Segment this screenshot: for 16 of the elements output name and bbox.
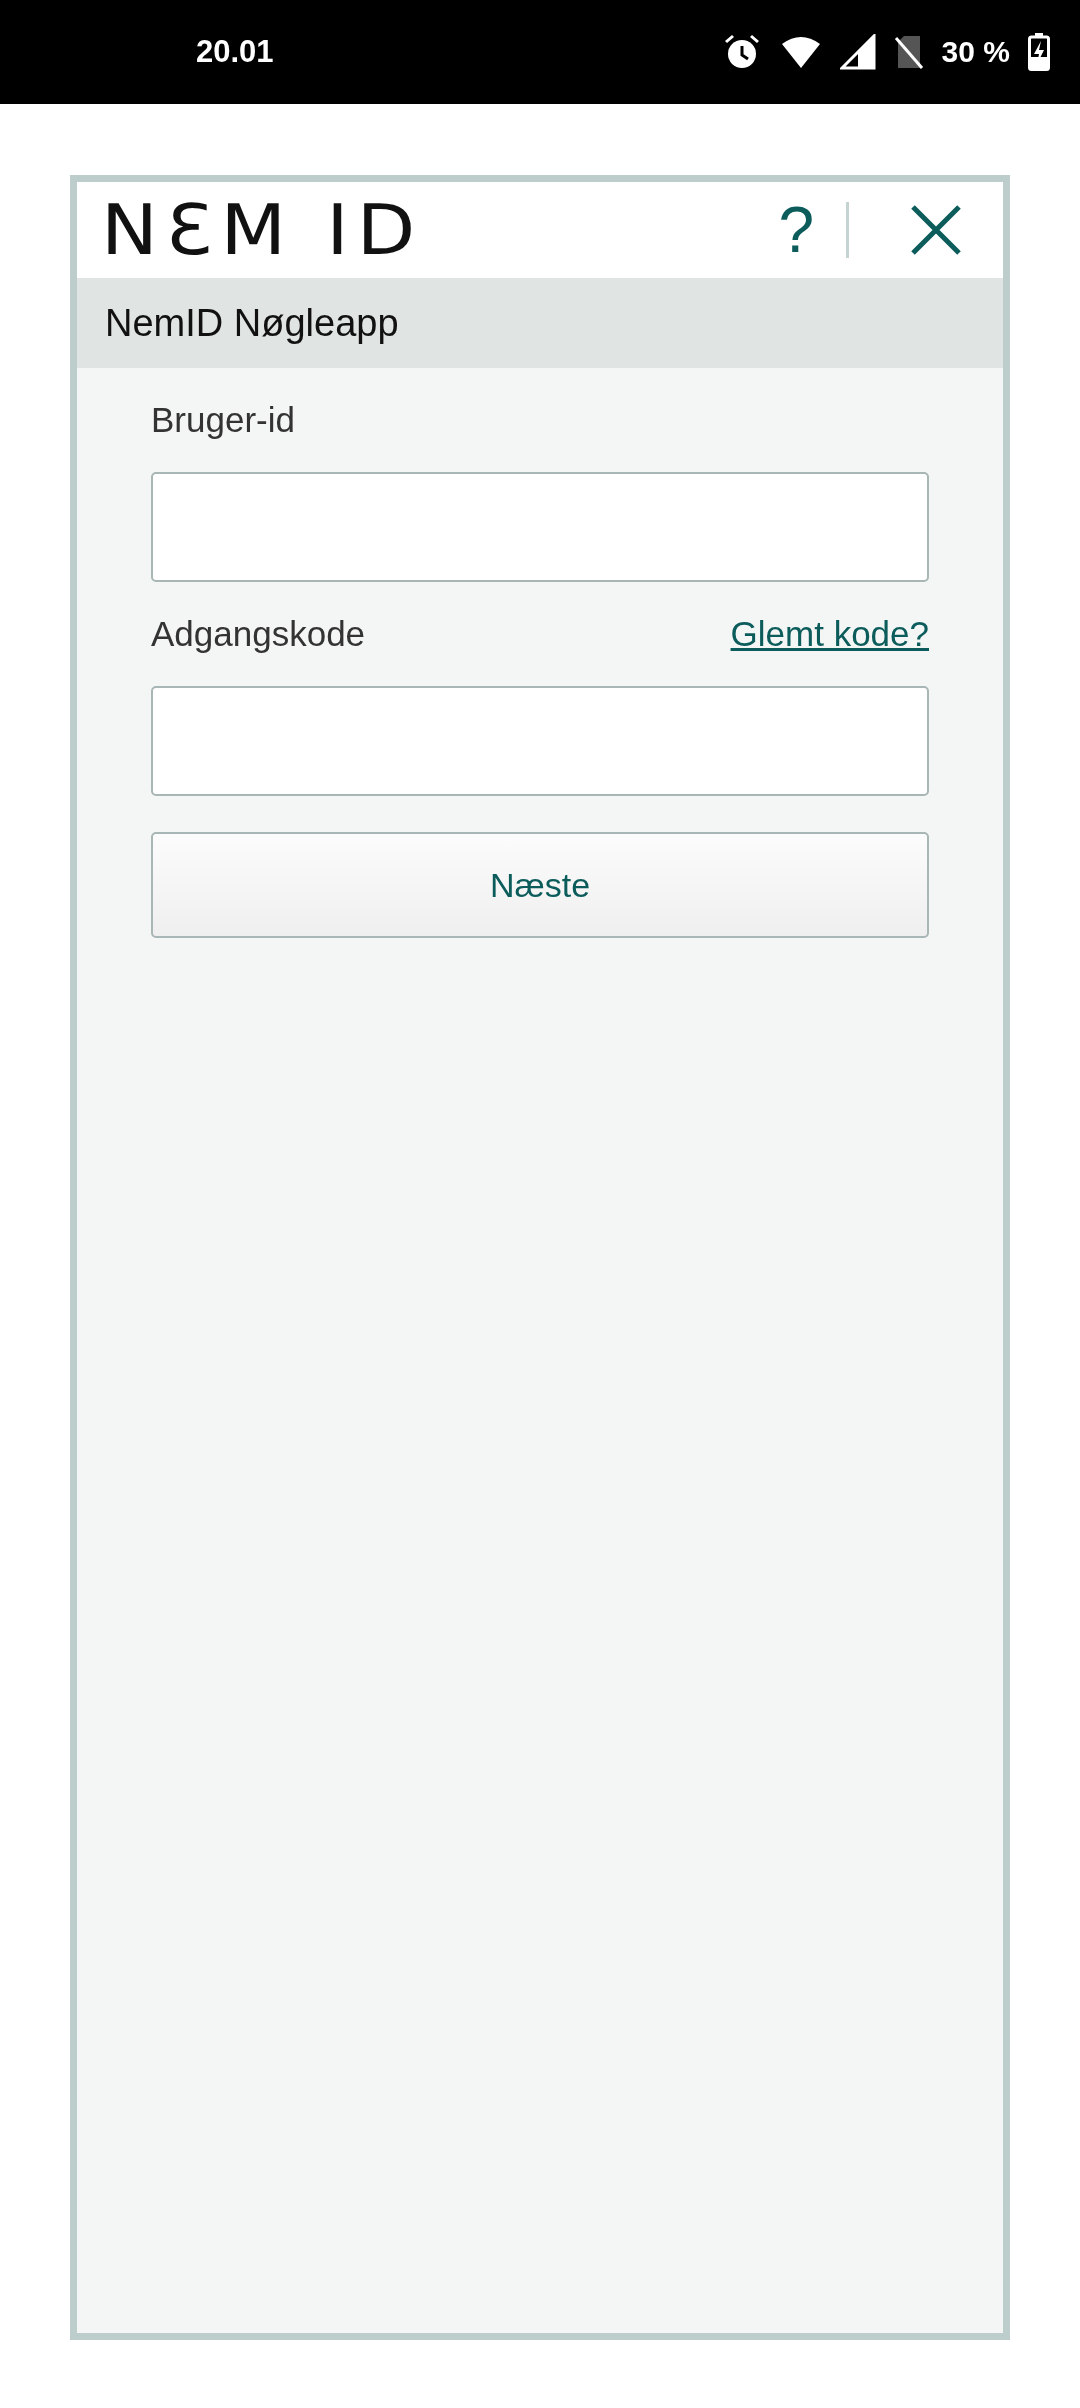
- forgot-password-link[interactable]: Glemt kode?: [730, 614, 929, 654]
- wifi-icon: [779, 34, 822, 70]
- close-button[interactable]: [909, 203, 963, 257]
- battery-percent: 30 %: [941, 35, 1010, 69]
- next-button[interactable]: Næste: [151, 832, 929, 938]
- status-time: 20.01: [196, 34, 274, 70]
- field-label: Adgangskode: [151, 614, 366, 654]
- logo: NƐM ID: [101, 195, 424, 265]
- field-label: Bruger-id: [151, 400, 295, 440]
- user-id-field[interactable]: [151, 472, 929, 582]
- app-title-bar: NemID Nøgleapp: [77, 278, 1003, 368]
- signal-icon: [839, 34, 876, 70]
- battery-charging-icon: [1028, 33, 1050, 71]
- password-field[interactable]: [151, 686, 929, 796]
- no-sim-icon: [893, 34, 924, 70]
- help-button[interactable]: ?: [768, 198, 824, 262]
